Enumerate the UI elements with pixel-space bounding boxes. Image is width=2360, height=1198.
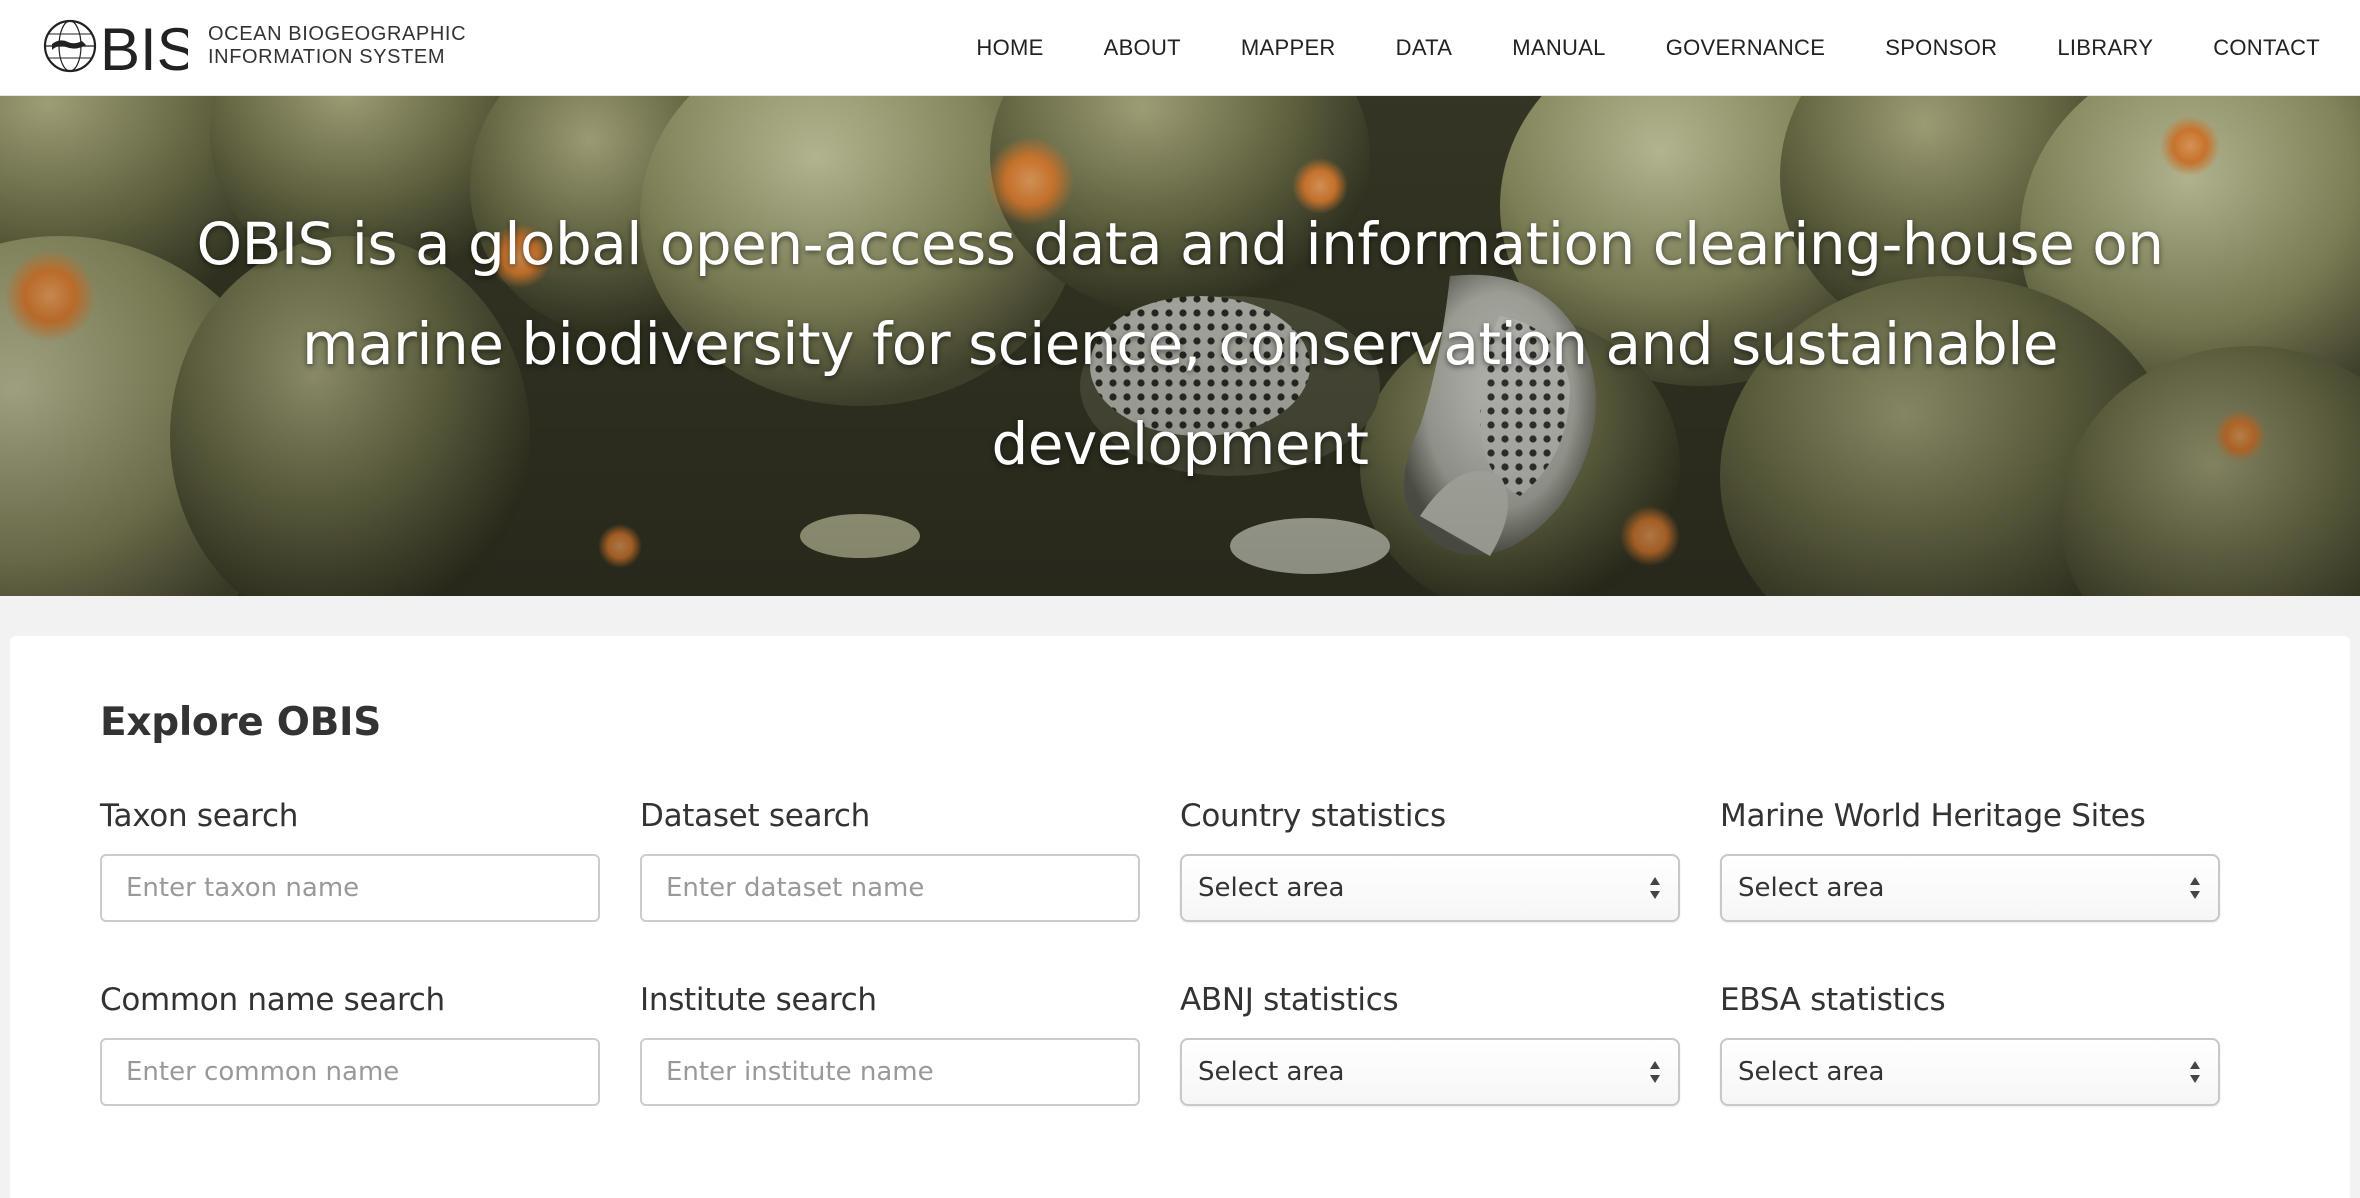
taxon-search-group: Taxon search [100, 796, 600, 922]
abnj-statistics-label: ABNJ statistics [1180, 982, 1399, 1018]
explore-panel: Explore OBIS Taxon search Dataset search… [10, 636, 2350, 1198]
taxon-search-input[interactable] [100, 854, 600, 922]
svg-text:BIS: BIS [100, 16, 188, 78]
institute-search-group: Institute search [640, 980, 1140, 1106]
ebsa-statistics-select[interactable]: Select area [1720, 1038, 2220, 1106]
abnj-statistics-group: ABNJ statistics Select area [1180, 980, 1680, 1106]
abnj-statistics-select[interactable]: Select area [1180, 1038, 1680, 1106]
nav-manual[interactable]: MANUAL [1512, 35, 1606, 61]
institute-search-input[interactable] [640, 1038, 1140, 1106]
brand-name-line1: OCEAN BIOGEOGRAPHIC [208, 23, 467, 45]
ebsa-statistics-value: Select area [1738, 1057, 1885, 1087]
nav-home[interactable]: HOME [976, 35, 1043, 61]
obis-logo-link[interactable]: BIS OCEAN BIOGEOGRAPHIC INFORMATION SYST… [40, 14, 466, 78]
abnj-statistics-value: Select area [1198, 1057, 1345, 1087]
country-statistics-value: Select area [1198, 873, 1345, 903]
common-name-search-input[interactable] [100, 1038, 600, 1106]
nav-data[interactable]: DATA [1396, 35, 1453, 61]
country-statistics-group: Country statistics Select area [1180, 796, 1680, 922]
explore-title: Explore OBIS [100, 700, 382, 745]
main-navigation: HOME ABOUT MAPPER DATA MANUAL GOVERNANCE… [916, 0, 2320, 96]
nav-library[interactable]: LIBRARY [2057, 35, 2153, 61]
hero-tagline: OBIS is a global open-access data and in… [196, 210, 2164, 478]
institute-search-label: Institute search [640, 982, 877, 1018]
dataset-search-input[interactable] [640, 854, 1140, 922]
select-updown-arrow-icon [1650, 1061, 1660, 1083]
obis-logo: BIS [43, 16, 188, 78]
country-statistics-select[interactable]: Select area [1180, 854, 1680, 922]
select-updown-arrow-icon [1650, 877, 1660, 899]
ebsa-statistics-label: EBSA statistics [1720, 982, 1946, 1018]
select-updown-arrow-icon [2190, 877, 2200, 899]
nav-about[interactable]: ABOUT [1104, 35, 1181, 61]
nav-mapper[interactable]: MAPPER [1241, 35, 1336, 61]
top-navbar: BIS OCEAN BIOGEOGRAPHIC INFORMATION SYST… [0, 0, 2360, 96]
select-updown-arrow-icon [2190, 1061, 2200, 1083]
heritage-sites-select[interactable]: Select area [1720, 854, 2220, 922]
brand-name-line2: INFORMATION SYSTEM [208, 46, 446, 68]
ebsa-statistics-group: EBSA statistics Select area [1720, 980, 2220, 1106]
taxon-search-label: Taxon search [100, 798, 299, 834]
heritage-sites-value: Select area [1738, 873, 1885, 903]
dataset-search-group: Dataset search [640, 796, 1140, 922]
common-name-search-label: Common name search [100, 982, 445, 1018]
nav-governance[interactable]: GOVERNANCE [1666, 35, 1825, 61]
nav-sponsor[interactable]: SPONSOR [1885, 35, 1997, 61]
nav-contact[interactable]: CONTACT [2213, 35, 2320, 61]
hero-banner: OBIS is a global open-access data and in… [0, 96, 2360, 596]
heritage-sites-label: Marine World Heritage Sites [1720, 798, 2146, 834]
heritage-sites-group: Marine World Heritage Sites Select area [1720, 796, 2220, 922]
country-statistics-label: Country statistics [1180, 798, 1446, 834]
brand-name: OCEAN BIOGEOGRAPHIC INFORMATION SYSTEM [208, 23, 466, 69]
common-name-search-group: Common name search [100, 980, 600, 1106]
dataset-search-label: Dataset search [640, 798, 871, 834]
